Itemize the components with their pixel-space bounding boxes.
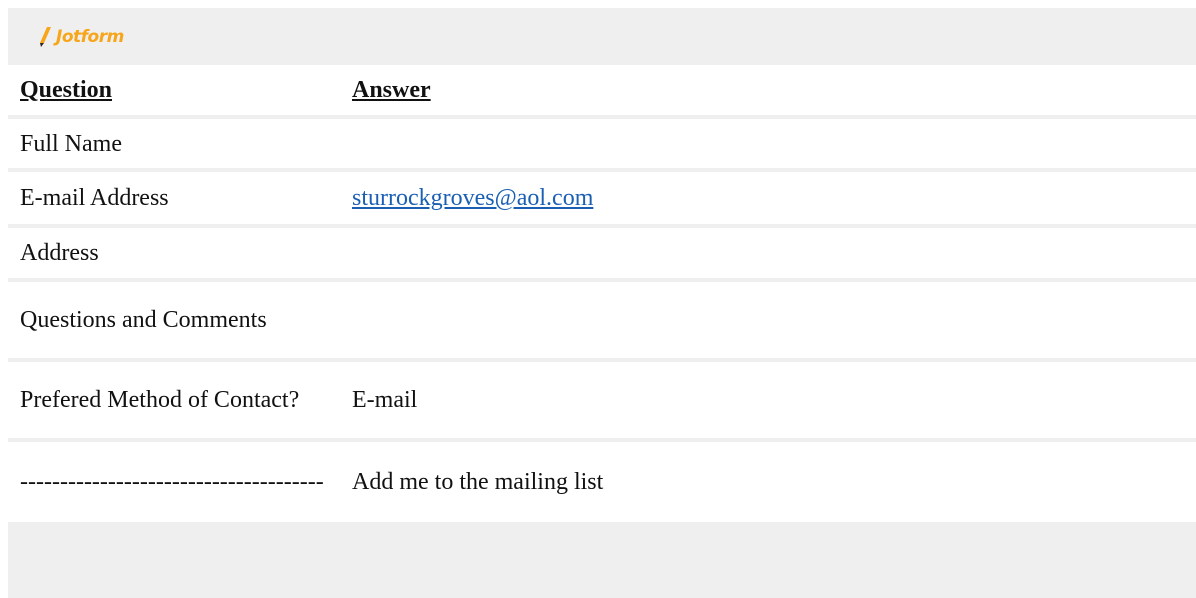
answer-header: Answer: [352, 77, 431, 103]
table-row: Full Name: [8, 119, 1196, 172]
question-cell: Questions and Comments: [20, 307, 267, 333]
logo-text: Jotform: [56, 27, 124, 47]
email-link[interactable]: sturrockgroves@aol.com: [352, 185, 593, 211]
question-cell: Prefered Method of Contact?: [20, 387, 300, 413]
answer-cell: Add me to the mailing list: [352, 469, 604, 495]
question-cell: E-mail Address: [20, 185, 169, 211]
table-row: Questions and Comments: [8, 282, 1196, 362]
table-row: E-mail Address sturrockgroves@aol.com: [8, 172, 1196, 228]
table-row: Address: [8, 228, 1196, 282]
table-header-row: Question Answer: [8, 65, 1196, 119]
question-cell: --------------------------------------: [20, 469, 324, 495]
table-row: -------------------------------------- A…: [8, 442, 1196, 526]
pencil-icon: [40, 27, 51, 47]
email-frame: Jotform Question Answer Full Name E-mail…: [8, 8, 1196, 598]
jotform-logo[interactable]: Jotform: [38, 26, 124, 48]
table-row: Prefered Method of Contact? E-mail: [8, 362, 1196, 442]
answer-cell: E-mail: [352, 387, 418, 413]
logo-bar: Jotform: [8, 8, 1196, 65]
answer-cell: sturrockgroves@aol.com: [352, 183, 1196, 213]
question-header: Question: [20, 77, 113, 103]
question-cell: Full Name: [20, 130, 122, 157]
question-cell: Address: [20, 240, 99, 266]
submission-table: Question Answer Full Name E-mail Address…: [8, 65, 1196, 526]
